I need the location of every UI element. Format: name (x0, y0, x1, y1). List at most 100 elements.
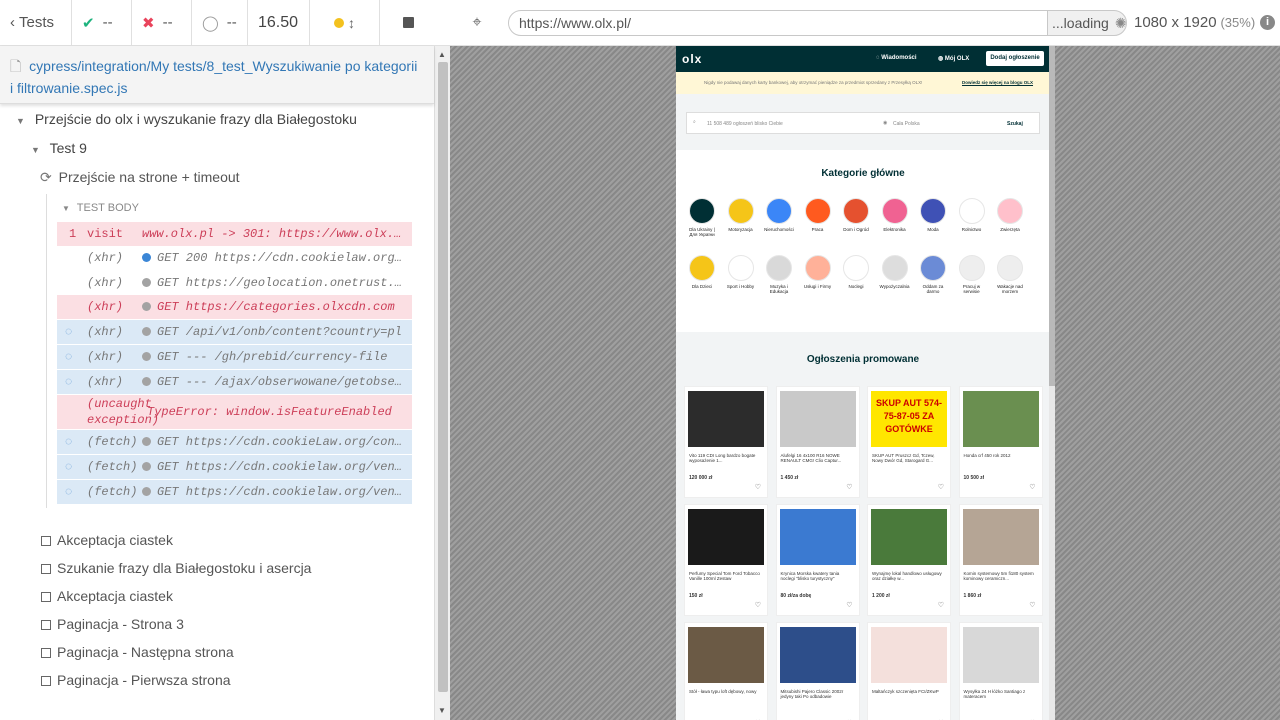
command-row[interactable]: ◌ (fetch) GET https://cdn.cookielaw.org/ve… (57, 455, 412, 479)
command-message-text: GET --- /gh/prebid/currency-file (157, 350, 388, 364)
tests-button[interactable]: ‹ Tests (0, 0, 72, 46)
category-item[interactable]: Sport i Hobby (725, 255, 757, 289)
url-bar[interactable]: https://www.olx.pl/ (508, 10, 1078, 36)
command-message: TypeError: window.isFeatureEnabled (147, 405, 392, 419)
category-item[interactable]: Praca (802, 198, 834, 232)
heart-icon[interactable]: ♡ (1029, 601, 1035, 609)
aut-scrollbar-thumb[interactable] (1049, 46, 1055, 386)
search-button[interactable]: Szukaj (1007, 121, 1023, 127)
category-item[interactable]: Muzyka i Edukacja (763, 255, 795, 294)
category-item[interactable]: Elektronika (879, 198, 911, 232)
command-message: GET 200 https://cdn.cookielaw.org/consen… (142, 251, 412, 265)
test-body-header[interactable]: ▼ TEST BODY (62, 202, 139, 214)
category-item[interactable]: Wakacje nad morzem (994, 255, 1026, 294)
command-row[interactable]: ◌ (xhr) GET --- /gh/prebid/currency-file (57, 345, 412, 369)
test-step[interactable]: Paginacja - Następna strona (41, 644, 234, 660)
heart-icon[interactable]: ♡ (755, 601, 761, 609)
selector-playground-button[interactable]: ⌖ (468, 14, 486, 32)
ad-card[interactable]: Wynajmę lokal handlowo usługowy oraz dzi… (867, 504, 951, 616)
status-dot-icon (142, 352, 151, 362)
ad-photo: SKUP AUT 574-75-87-05 ZA GOTÓWKE (871, 391, 947, 447)
category-item[interactable]: Pracuj w serwisie (956, 255, 988, 294)
test-step[interactable]: Akceptacja ciastek (41, 588, 173, 604)
checkbox-icon (41, 648, 51, 659)
ad-card[interactable]: Honda crf 450 rok 2012 10 500 zł ♡ (958, 386, 1043, 498)
aut-scrollbar[interactable] (1049, 46, 1055, 720)
olx-header: olx ◌ Wiadomości ◍ Mój OLX Dodaj ogłosze… (676, 46, 1050, 72)
search-input[interactable]: 11 508 489 ogłoszeń blisko Ciebie (707, 121, 783, 127)
ad-card[interactable]: SKUP AUT 574-75-87-05 ZA GOTÓWKE SKUP AUT… (867, 386, 951, 498)
test-step[interactable]: Akceptacja ciastek (41, 532, 173, 548)
category-item[interactable]: Nieruchomości (763, 198, 795, 232)
messages-link[interactable]: ◌ Wiadomości (876, 55, 917, 61)
command-row[interactable]: (uncaught exception) TypeError: window.is… (57, 395, 412, 429)
notice-link[interactable]: Dowiedz się więcej na blogu OLX (962, 80, 1033, 85)
heart-icon[interactable]: ♡ (755, 483, 761, 491)
ad-price: 1 860 zł (963, 593, 982, 599)
ad-card[interactable]: Mitsubishi Pajero Classic 2002r jedyny t… (775, 622, 860, 720)
test-step[interactable]: Szukanie frazy dla Białegostoku i asercj… (41, 560, 311, 576)
command-row[interactable]: (xhr) GET 200 https://cdn.cookielaw.org/c… (57, 246, 412, 270)
command-row[interactable]: ◌ (xhr) GET --- /ajax/obserwowane/getobser… (57, 370, 412, 394)
category-icon (766, 198, 792, 224)
heart-icon[interactable]: ♡ (846, 601, 852, 609)
suite-title[interactable]: ▼ Przejście do olx i wyszukanie frazy dl… (16, 111, 357, 127)
command-message: GET /api/v1/onb/content?country=pl (142, 325, 412, 339)
category-item[interactable]: Oddam za darmo (917, 255, 949, 294)
command-row[interactable]: ◌ (fetch) GET https://cdn.cookieLaw.org/co… (57, 430, 412, 454)
olx-logo[interactable]: olx (682, 52, 702, 66)
ad-card[interactable]: Stół - ława typu loft dębowy, nowy♡ (684, 622, 768, 720)
ad-card[interactable]: Vito 119 CDI Long bardzo bogate wyposaże… (684, 386, 768, 498)
command-row[interactable]: ◌ (fetch) GET https://cdn.cookielaw.org/ve… (57, 480, 412, 504)
checkbox-icon (41, 592, 51, 603)
reporter-scrollbar[interactable]: ▲ ▼ (434, 46, 450, 720)
category-item[interactable]: Rolnictwo (956, 198, 988, 232)
category-item[interactable]: Dom i Ogród (840, 198, 872, 232)
test-step[interactable]: Paginacja - Pierwsza strona (41, 672, 231, 688)
heart-icon[interactable]: ♡ (846, 483, 852, 491)
command-row[interactable]: (xhr) GET https://categories.olxcdn.com (57, 295, 412, 319)
category-item[interactable]: Wypożyczalnia (879, 255, 911, 289)
check-icon: ✔ (82, 14, 95, 32)
ad-card[interactable]: Maltańczyk szczenięta FCI/ZKwP♡ (867, 622, 951, 720)
scrollbar-thumb[interactable] (438, 62, 448, 692)
category-item[interactable]: Usługi i Firmy (802, 255, 834, 289)
test-title[interactable]: ▼ Test 9 (31, 140, 87, 156)
ad-card[interactable]: Wysyłka 24 H łóżko Santiago z materacem♡ (958, 622, 1043, 720)
autoscroll-toggle[interactable]: ↕ (310, 0, 380, 46)
category-icon (766, 255, 792, 281)
category-item[interactable]: Zwierzęta (994, 198, 1026, 232)
cross-icon: ✖ (142, 14, 155, 32)
my-olx-link[interactable]: ◍ Mój OLX (938, 55, 969, 62)
info-button[interactable]: i (1260, 15, 1275, 30)
ad-card[interactable]: Perfumy Special Tom Ford Tobacco Vanille… (684, 504, 768, 616)
scroll-down-icon[interactable]: ▼ (438, 706, 446, 715)
command-row[interactable]: (xhr) GET https://geolocation.onetrust.co… (57, 271, 412, 295)
url-text: https://www.olx.pl/ (519, 15, 632, 31)
category-label: Pracuj w serwisie (962, 284, 981, 294)
ad-card[interactable]: Alufelgi 16 4x100 R16 NOWE RENAULT CMG! … (775, 386, 860, 498)
category-item[interactable]: Dla Dzieci (686, 255, 718, 289)
spec-file-header[interactable]: 🗋 cypress/integration/My tests/8_test_Wy… (0, 46, 434, 104)
ad-card[interactable]: Komin systemowy 5m fi180 system kominowy… (958, 504, 1043, 616)
stop-button[interactable] (380, 0, 436, 46)
category-item[interactable]: Noclegi (840, 255, 872, 289)
heart-icon[interactable]: ♡ (938, 483, 944, 491)
scroll-up-icon[interactable]: ▲ (438, 50, 446, 59)
location-input[interactable]: Cała Polska (893, 121, 920, 127)
hook-title[interactable]: ⟳ Przejście na strone + timeout (40, 169, 240, 186)
notice-text: Nigdy nie podawaj danych karty bankowej,… (704, 80, 923, 85)
status-dot-icon (142, 377, 151, 387)
add-ad-button[interactable]: Dodaj ogłoszenie (986, 51, 1044, 66)
ad-card[interactable]: Krynica Morska kwatery tania noclegi "bl… (775, 504, 860, 616)
command-row[interactable]: ◌ (xhr) GET /api/v1/onb/content?country=pl (57, 320, 412, 344)
heart-icon[interactable]: ♡ (938, 601, 944, 609)
category-item[interactable]: Moda (917, 198, 949, 232)
category-item[interactable]: Motoryzacja (725, 198, 757, 232)
test-step[interactable]: Paginacja - Strona 3 (41, 616, 184, 632)
status-dot-icon (142, 462, 151, 472)
category-item[interactable]: Dla Ukrainy | Для України (686, 198, 718, 237)
command-row[interactable]: 1 visit www.olx.pl -> 301: https://www.olx… (57, 222, 412, 246)
refresh-icon: ⟳ (40, 169, 52, 185)
heart-icon[interactable]: ♡ (1029, 483, 1035, 491)
